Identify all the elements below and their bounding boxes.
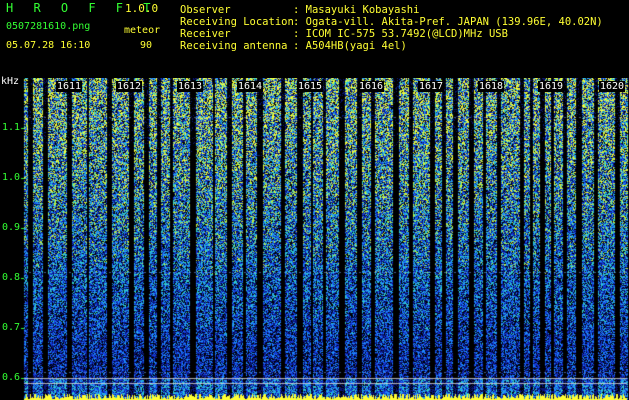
observer-value: : Masayuki Kobayashi [293,4,420,16]
image-filename: 0507281610.png [6,21,91,32]
receiver-label: Receiver [180,28,231,40]
location-value: : Ogata-vill. Akita-Pref. JAPAN (139.96E… [293,16,603,28]
freq-tick-label: 1.0 [2,172,21,183]
antenna-value: : A504HB(yagi 4el) [293,40,407,52]
time-tick-label: 1612 [116,81,143,92]
receiver-value: : ICOM IC-575 53.7492(@LCD)MHz USB [293,28,508,40]
observer-label: Observer [180,4,231,16]
time-tick-label: 1611 [56,81,83,92]
mode-label: meteor [124,25,161,36]
observer-row: Observer : Masayuki Kobayashi [180,4,603,16]
freq-tick-label: 1.1 [2,122,21,133]
freq-unit-label: kHz [1,76,20,87]
spectrogram-canvas [0,78,629,400]
freq-tick-label: 0.7 [2,322,21,333]
time-tick-label: 1619 [538,81,565,92]
antenna-label: Receiving antenna [180,40,288,52]
time-tick-label: 1620 [599,81,626,92]
time-tick-label: 1615 [297,81,324,92]
time-tick-label: 1613 [177,81,204,92]
freq-tick-label: 0.8 [2,272,21,283]
receiver-row: Receiver : ICOM IC-575 53.7492(@LCD)MHz U… [180,28,603,40]
app-version: 1.0.0 [125,2,159,15]
count-value: 90 [140,40,153,51]
date-time: 05.07.28 16:10 [6,40,91,51]
time-tick-label: 1616 [358,81,385,92]
freq-tick-label: 0.9 [2,222,21,233]
time-tick-label: 1618 [478,81,505,92]
station-info: Observer : Masayuki Kobayashi Receiving L… [180,4,603,52]
time-tick-label: 1617 [418,81,445,92]
antenna-row: Receiving antenna : A504HB(yagi 4el) [180,40,603,52]
time-tick-label: 1614 [237,81,264,92]
location-label: Receiving Location [180,16,294,28]
location-row: Receiving Location: Ogata-vill. Akita-Pr… [180,16,603,28]
freq-tick-label: 0.6 [2,372,21,383]
